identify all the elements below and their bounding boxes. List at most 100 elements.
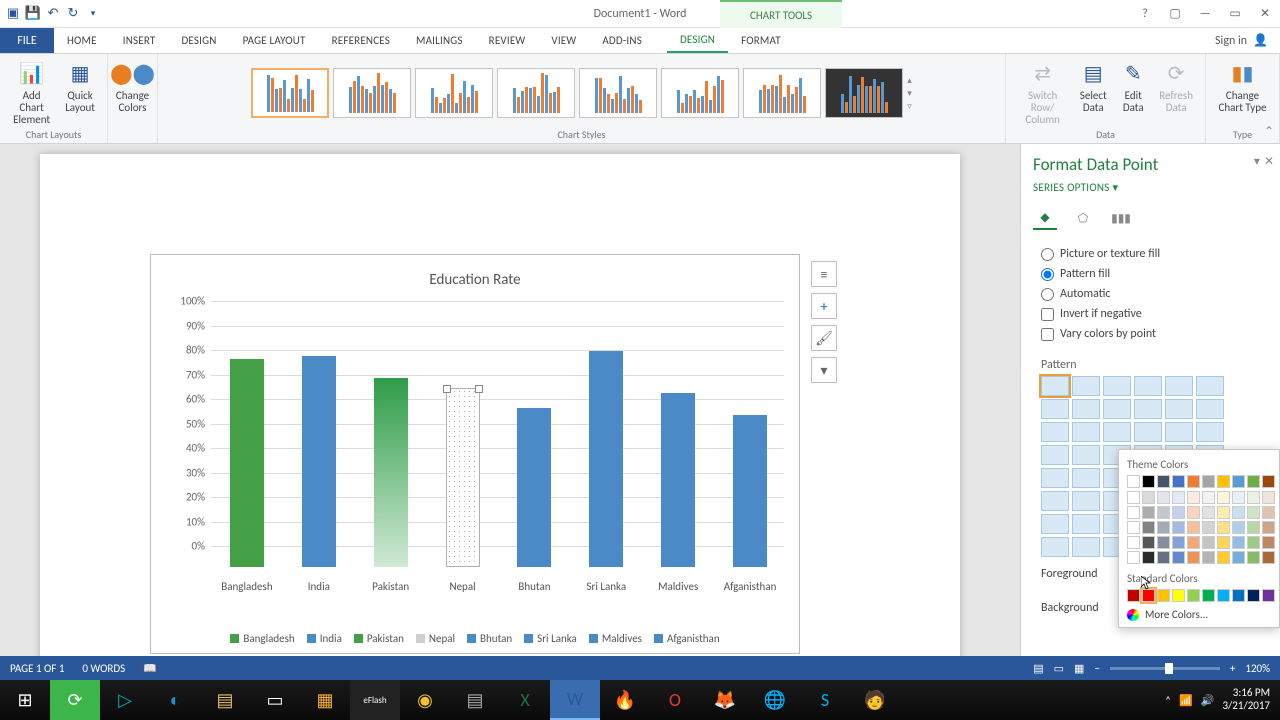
picture-fill-radio[interactable]: Picture or texture fill (1041, 244, 1260, 264)
edit-data-button[interactable]: ✎Edit Data (1115, 58, 1151, 128)
legend-item[interactable]: Nepal (416, 632, 455, 645)
pattern-swatch[interactable] (1196, 376, 1224, 396)
theme-shade-swatch[interactable] (1127, 491, 1140, 504)
theme-shade-swatch[interactable] (1142, 491, 1155, 504)
zoom-in-icon[interactable]: + (1230, 662, 1235, 675)
pattern-swatch[interactable] (1041, 422, 1069, 442)
zoom-level[interactable]: 120% (1245, 662, 1270, 675)
standard-color-swatch[interactable] (1157, 589, 1170, 602)
system-tray[interactable]: ˄ 📶 🔊 3:16 PM 3/21/2017 (1155, 687, 1280, 712)
theme-color-swatch[interactable] (1262, 475, 1275, 488)
theme-shade-swatch[interactable] (1202, 506, 1215, 519)
theme-color-swatch[interactable] (1202, 475, 1215, 488)
pattern-swatch[interactable] (1165, 422, 1193, 442)
word-icon[interactable]: ▣ (6, 7, 20, 21)
quick-layout-button[interactable]: ▦Quick Layout (61, 58, 99, 128)
pattern-swatch[interactable] (1072, 468, 1100, 488)
collapse-ribbon-icon[interactable]: ⌃ (1264, 124, 1274, 139)
bar-nepal[interactable] (446, 388, 480, 567)
taskbar-app-10[interactable]: 🔥 (600, 680, 650, 720)
legend-item[interactable]: India (307, 632, 342, 645)
vary-colors-checkbox[interactable]: Vary colors by point (1041, 324, 1260, 344)
theme-shade-swatch[interactable] (1187, 506, 1200, 519)
close-button[interactable]: ✕ (1250, 0, 1280, 28)
add-chart-element-button[interactable]: 📊Add Chart Element (8, 58, 55, 128)
tray-volume-icon[interactable]: 🔊 (1201, 694, 1215, 707)
series-options-dropdown[interactable]: SERIES OPTIONS ▾ (1021, 179, 1280, 202)
theme-shade-swatch[interactable] (1262, 536, 1275, 549)
chart-style-7[interactable] (743, 68, 821, 118)
theme-shade-swatch[interactable] (1142, 536, 1155, 549)
bar-bangladesh[interactable] (230, 359, 264, 567)
pattern-swatch[interactable] (1041, 468, 1069, 488)
theme-shade-swatch[interactable] (1127, 536, 1140, 549)
theme-color-swatch[interactable] (1172, 475, 1185, 488)
view-print-layout-icon[interactable]: ▤ (1033, 662, 1043, 675)
theme-shade-swatch[interactable] (1127, 551, 1140, 564)
taskbar-app-1[interactable]: ⟳ (50, 680, 100, 720)
theme-shade-swatch[interactable] (1217, 521, 1230, 534)
theme-shade-swatch[interactable] (1187, 536, 1200, 549)
pattern-swatch[interactable] (1072, 422, 1100, 442)
theme-color-swatch[interactable] (1232, 475, 1245, 488)
chart-styles-more-icon[interactable]: ▴▾▿ (907, 75, 912, 112)
standard-color-swatch[interactable] (1127, 589, 1140, 602)
pattern-swatch[interactable] (1041, 376, 1069, 396)
taskbar-excel[interactable]: X (500, 680, 550, 720)
undo-icon[interactable]: ↶ (46, 7, 60, 21)
taskbar-app-9[interactable]: ▤ (450, 680, 500, 720)
tray-network-icon[interactable]: 📶 (1179, 694, 1193, 707)
theme-shade-swatch[interactable] (1127, 521, 1140, 534)
theme-color-swatch[interactable] (1187, 475, 1200, 488)
theme-shade-swatch[interactable] (1247, 551, 1260, 564)
pattern-swatch[interactable] (1072, 491, 1100, 511)
theme-shade-swatch[interactable] (1172, 521, 1185, 534)
theme-shade-swatch[interactable] (1172, 551, 1185, 564)
theme-shade-swatch[interactable] (1202, 491, 1215, 504)
theme-shade-swatch[interactable] (1247, 521, 1260, 534)
pattern-swatch[interactable] (1072, 399, 1100, 419)
spellcheck-icon[interactable]: 📖 (143, 662, 157, 675)
chart-style-4[interactable] (497, 68, 575, 118)
color-picker-popup[interactable]: Theme Colors Standard Colors More Colors… (1118, 449, 1280, 628)
change-chart-type-button[interactable]: ▮▮Change Chart Type (1214, 58, 1270, 116)
theme-color-swatch[interactable] (1157, 475, 1170, 488)
pattern-swatch[interactable] (1072, 445, 1100, 465)
theme-shade-swatch[interactable] (1232, 491, 1245, 504)
taskbar-chrome[interactable]: 🌐 (750, 680, 800, 720)
standard-color-swatch[interactable] (1232, 589, 1245, 602)
bar-afganisthan[interactable] (733, 415, 767, 567)
theme-shade-swatch[interactable] (1232, 536, 1245, 549)
taskbar-app-3[interactable]: ◐ (150, 680, 200, 720)
standard-color-swatch[interactable] (1247, 589, 1260, 602)
page-indicator[interactable]: PAGE 1 OF 1 (10, 662, 64, 675)
tray-chevron-icon[interactable]: ˄ (1165, 694, 1171, 707)
tab-mailings[interactable]: MAILINGS (403, 28, 476, 53)
taskbar-app-8[interactable]: ◉ (400, 680, 450, 720)
taskbar-app-5[interactable]: ▭ (250, 680, 300, 720)
chart-style-6[interactable] (661, 68, 739, 118)
theme-shade-swatch[interactable] (1247, 506, 1260, 519)
taskbar-word[interactable]: W (550, 680, 600, 720)
tab-view[interactable]: VIEW (538, 28, 589, 53)
theme-shade-swatch[interactable] (1157, 536, 1170, 549)
legend-item[interactable]: Pakistan (354, 632, 404, 645)
chart-elements-button[interactable]: ≡ (811, 261, 837, 287)
pattern-swatch[interactable] (1134, 399, 1162, 419)
file-tab[interactable]: FILE (0, 28, 54, 53)
pattern-swatch[interactable] (1103, 422, 1131, 442)
pane-close-icon[interactable]: ✕ (1264, 154, 1274, 169)
theme-shade-swatch[interactable] (1172, 491, 1185, 504)
theme-shade-swatch[interactable] (1142, 521, 1155, 534)
tab-design[interactable]: DESIGN (168, 28, 229, 53)
theme-shade-swatch[interactable] (1172, 536, 1185, 549)
standard-color-swatch[interactable] (1217, 589, 1230, 602)
theme-shade-swatch[interactable] (1187, 491, 1200, 504)
theme-shade-swatch[interactable] (1232, 506, 1245, 519)
pattern-swatch[interactable] (1165, 376, 1193, 396)
legend-item[interactable]: Maldives (589, 632, 642, 645)
theme-color-swatch[interactable] (1127, 475, 1140, 488)
taskbar-firefox[interactable]: 🦊 (700, 680, 750, 720)
taskbar-app-4[interactable]: ▤ (200, 680, 250, 720)
theme-shade-swatch[interactable] (1217, 491, 1230, 504)
